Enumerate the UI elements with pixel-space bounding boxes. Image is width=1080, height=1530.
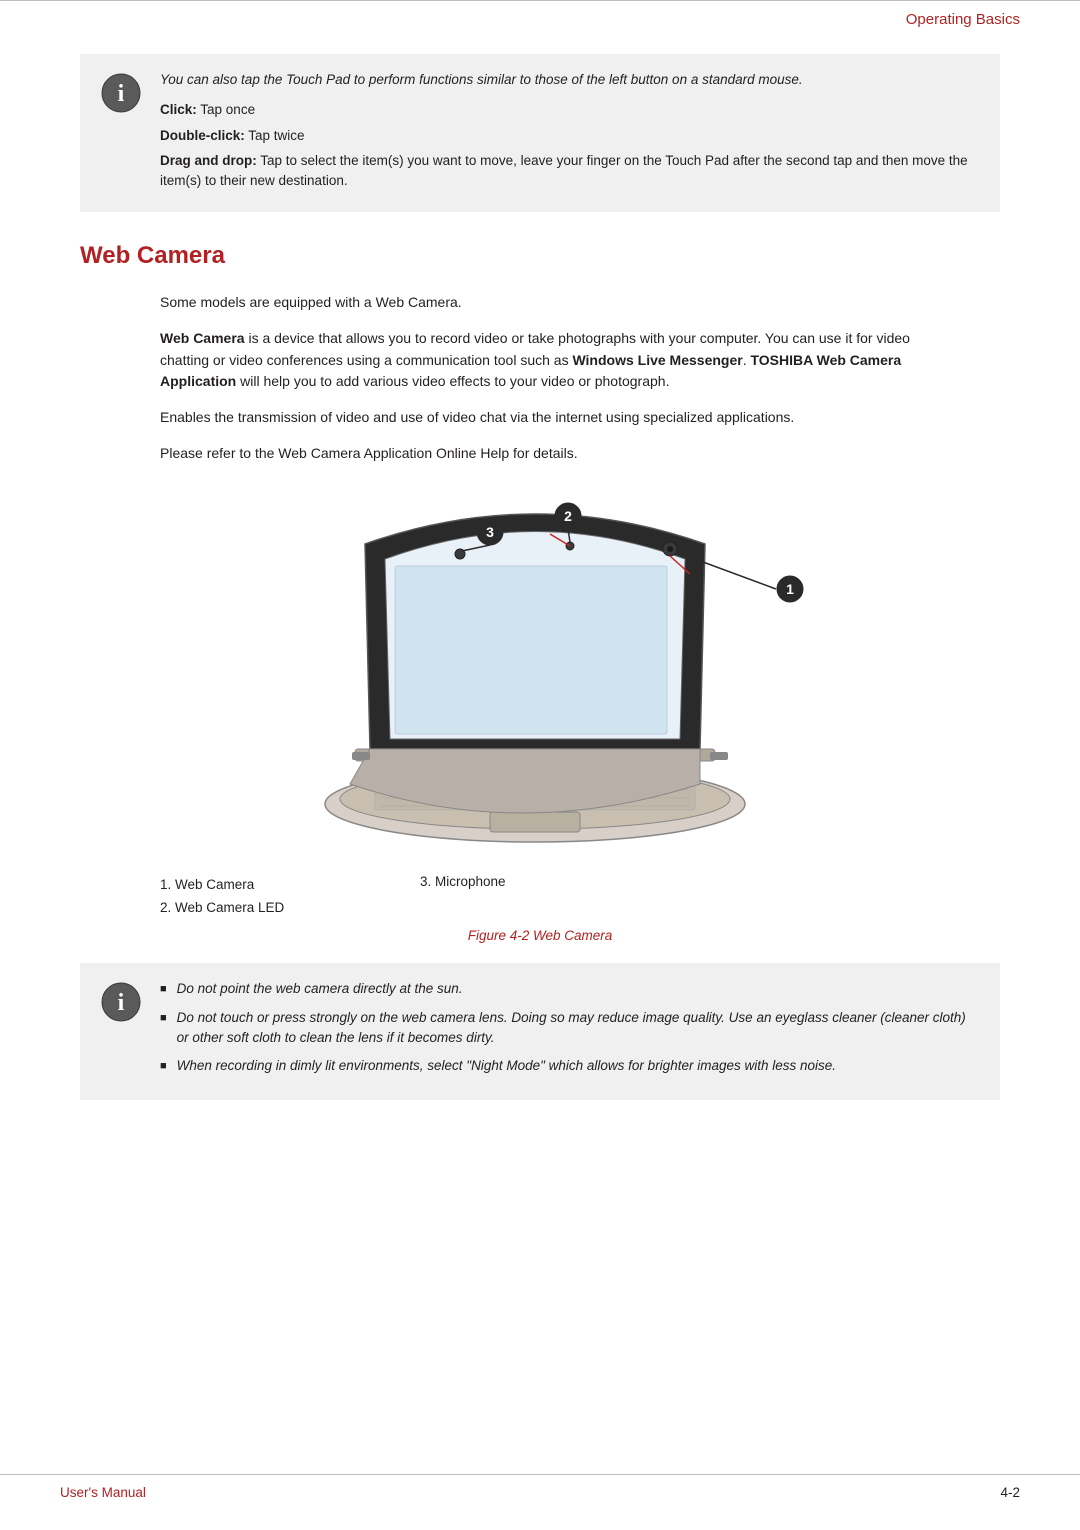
- label-webcamera-led: 2. Web Camera LED: [160, 897, 420, 920]
- click-text: Click: Tap once: [160, 100, 980, 120]
- drag-label: Drag and drop:: [160, 153, 257, 168]
- drag-value: Tap to select the item(s) you want to mo…: [160, 153, 968, 188]
- section-heading: Web Camera: [80, 242, 1000, 270]
- page-container: Operating Basics i You can also tap the …: [0, 0, 1080, 1530]
- label-microphone: 3. Microphone: [420, 874, 506, 889]
- warning-2: Do not touch or press strongly on the we…: [160, 1008, 980, 1049]
- info-icon: i: [100, 72, 142, 114]
- svg-text:i: i: [118, 81, 125, 107]
- label-column-2: 3. Microphone: [420, 874, 506, 920]
- drag-text: Drag and drop: Tap to select the item(s)…: [160, 151, 980, 192]
- footer-right: 4-2: [1000, 1485, 1020, 1500]
- warning-list: Do not point the web camera directly at …: [160, 979, 980, 1084]
- info-icon-2: i: [100, 981, 142, 1023]
- info-text-touchpad: You can also tap the Touch Pad to perfor…: [160, 70, 980, 196]
- webcam-bold-start: Web Camera: [160, 330, 245, 346]
- laptop-diagram: 1 2 3 TOSHIBA: [260, 494, 820, 864]
- warning-1: Do not point the web camera directly at …: [160, 979, 980, 999]
- info-intro: You can also tap the Touch Pad to perfor…: [160, 70, 980, 90]
- para3: Enables the transmission of video and us…: [160, 407, 960, 429]
- double-click-text: Double-click: Tap twice: [160, 126, 980, 146]
- svg-text:3: 3: [486, 524, 494, 540]
- label-column-1: 1. Web Camera 2. Web Camera LED: [160, 874, 420, 920]
- toshiba-app-bold: TOSHIBA Web Camera Application: [160, 352, 901, 390]
- para1: Some models are equipped with a Web Came…: [160, 292, 960, 314]
- main-content: i You can also tap the Touch Pad to perf…: [0, 34, 1080, 1160]
- warning-3: When recording in dimly lit environments…: [160, 1056, 980, 1076]
- figure-caption: Figure 4-2 Web Camera: [80, 928, 1000, 943]
- header-title: Operating Basics: [906, 11, 1020, 28]
- diagram-labels: 1. Web Camera 2. Web Camera LED 3. Micro…: [160, 874, 1000, 920]
- diagram-container: 1 2 3 TOSHIBA: [80, 494, 1000, 864]
- page-header: Operating Basics: [0, 0, 1080, 34]
- footer-left: User's Manual: [60, 1485, 146, 1500]
- svg-text:2: 2: [564, 508, 572, 524]
- info-box-touchpad: i You can also tap the Touch Pad to perf…: [80, 54, 1000, 212]
- click-label: Click:: [160, 102, 197, 117]
- body-paragraphs: Some models are equipped with a Web Came…: [160, 292, 960, 464]
- para4: Please refer to the Web Camera Applicati…: [160, 443, 960, 465]
- windows-live-bold: Windows Live Messenger: [572, 352, 742, 368]
- double-click-value: Tap twice: [248, 128, 304, 143]
- info-box-warnings: i Do not point the web camera directly a…: [80, 963, 1000, 1100]
- para2: Web Camera is a device that allows you t…: [160, 328, 960, 393]
- svg-text:1: 1: [786, 581, 794, 597]
- svg-text:i: i: [118, 990, 125, 1016]
- page-footer: User's Manual 4-2: [0, 1474, 1080, 1510]
- label-webcamera: 1. Web Camera: [160, 874, 420, 897]
- click-value: Tap once: [200, 102, 255, 117]
- double-click-label: Double-click:: [160, 128, 245, 143]
